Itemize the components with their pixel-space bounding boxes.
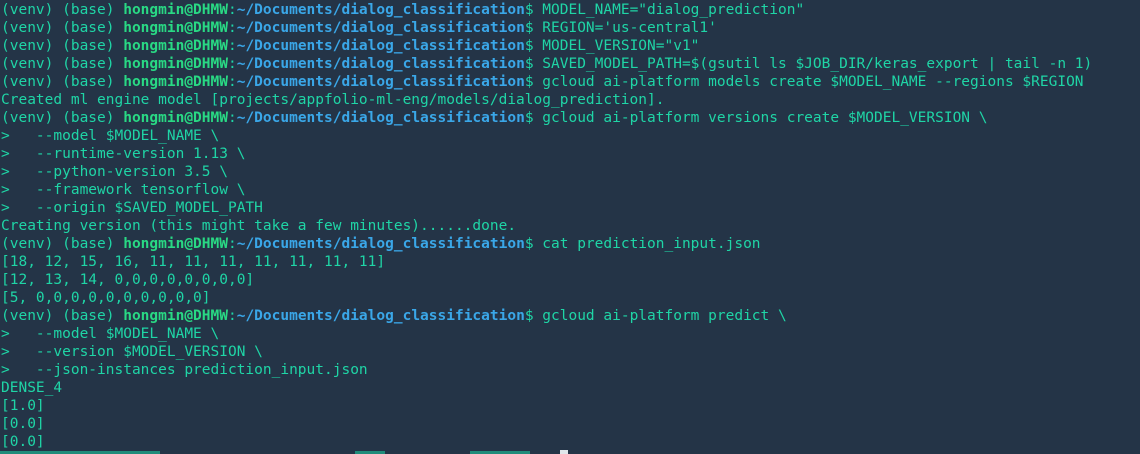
prompt-user-host: hongmin@DHMW — [123, 2, 228, 18]
command-text: cat prediction_input.json — [542, 236, 761, 252]
output-line: [12, 13, 14, 0,0,0,0,0,0,0,0] — [0, 271, 1140, 289]
output-line: > --json-instances prediction_input.json — [0, 361, 1140, 379]
prompt-path: ~/Documents/dialog_classification — [236, 38, 525, 54]
output-line: > --python-version 3.5 \ — [0, 163, 1140, 181]
prompt-env: (venv) (base) — [1, 308, 124, 324]
prompt-user-host: hongmin@DHMW — [123, 110, 228, 126]
output-text: > --framework tensorflow \ — [1, 182, 246, 198]
prompt-line: (venv) (base) hongmin@DHMW:~/Documents/d… — [0, 55, 1140, 73]
output-line: DENSE_4 — [0, 379, 1140, 397]
prompt-env: (venv) (base) — [1, 38, 124, 54]
output-text: [12, 13, 14, 0,0,0,0,0,0,0,0] — [1, 272, 255, 288]
command-text: gcloud ai-platform models create $MODEL_… — [542, 74, 1084, 90]
prompt-line: (venv) (base) hongmin@DHMW:~/Documents/d… — [0, 235, 1140, 253]
output-line: [1.0] — [0, 397, 1140, 415]
command-text: MODEL_VERSION="v1" — [542, 38, 700, 54]
prompt-env: (venv) (base) — [1, 20, 124, 36]
prompt-separator: : — [227, 110, 237, 126]
command-text: gcloud ai-platform predict \ — [542, 308, 787, 324]
prompt-user-host: hongmin@DHMW — [123, 56, 228, 72]
output-text: > --version $MODEL_VERSION \ — [1, 344, 263, 360]
prompt-env: (venv) (base) — [1, 236, 124, 252]
output-text: > --runtime-version 1.13 \ — [1, 146, 246, 162]
output-text: DENSE_4 — [1, 380, 63, 396]
terminal-cursor — [560, 450, 568, 454]
output-line: [18, 12, 15, 16, 11, 11, 11, 11, 11, 11,… — [0, 253, 1140, 271]
output-text: [0.0] — [1, 416, 45, 432]
output-line: > --origin $SAVED_MODEL_PATH — [0, 199, 1140, 217]
prompt-path: ~/Documents/dialog_classification — [236, 2, 525, 18]
prompt-symbol: $ — [524, 308, 543, 324]
prompt-path: ~/Documents/dialog_classification — [236, 236, 525, 252]
prompt-line: (venv) (base) hongmin@DHMW:~/Documents/d… — [0, 1, 1140, 19]
prompt-line: (venv) (base) hongmin@DHMW:~/Documents/d… — [0, 19, 1140, 37]
prompt-symbol: $ — [524, 56, 543, 72]
output-line: [5, 0,0,0,0,0,0,0,0,0,0] — [0, 289, 1140, 307]
prompt-env: (venv) (base) — [1, 56, 124, 72]
command-text: SAVED_MODEL_PATH=$(gsutil ls $JOB_DIR/ke… — [542, 56, 1093, 72]
prompt-line: (venv) (base) hongmin@DHMW:~/Documents/d… — [0, 307, 1140, 325]
prompt-symbol: $ — [524, 38, 543, 54]
prompt-user-host: hongmin@DHMW — [123, 236, 228, 252]
output-text: > --python-version 3.5 \ — [1, 164, 228, 180]
terminal-output: (venv) (base) hongmin@DHMW:~/Documents/d… — [0, 1, 1140, 451]
prompt-separator: : — [227, 2, 237, 18]
prompt-user-host: hongmin@DHMW — [123, 38, 228, 54]
output-line: > --model $MODEL_NAME \ — [0, 127, 1140, 145]
output-line: [0.0] — [0, 415, 1140, 433]
terminal-window[interactable]: (venv) (base) hongmin@DHMW:~/Documents/d… — [0, 0, 1140, 454]
output-line: > --runtime-version 1.13 \ — [0, 145, 1140, 163]
output-text: [18, 12, 15, 16, 11, 11, 11, 11, 11, 11,… — [1, 254, 386, 270]
output-text: > --model $MODEL_NAME \ — [1, 128, 220, 144]
prompt-path: ~/Documents/dialog_classification — [236, 20, 525, 36]
output-text: > --origin $SAVED_MODEL_PATH — [1, 200, 263, 216]
output-line: [0.0] — [0, 433, 1140, 451]
output-text: > --model $MODEL_NAME \ — [1, 326, 220, 342]
output-text: [5, 0,0,0,0,0,0,0,0,0,0] — [1, 290, 211, 306]
prompt-env: (venv) (base) — [1, 110, 124, 126]
prompt-line: (venv) (base) hongmin@DHMW:~/Documents/d… — [0, 109, 1140, 127]
output-line: > --version $MODEL_VERSION \ — [0, 343, 1140, 361]
prompt-symbol: $ — [524, 74, 543, 90]
command-text: REGION='us-central1' — [542, 20, 717, 36]
output-text: [1.0] — [1, 398, 45, 414]
prompt-line: (venv) (base) hongmin@DHMW:~/Documents/d… — [0, 37, 1140, 55]
prompt-user-host: hongmin@DHMW — [123, 74, 228, 90]
output-text: Creating version (this might take a few … — [1, 218, 517, 234]
prompt-symbol: $ — [524, 236, 543, 252]
prompt-env: (venv) (base) — [1, 74, 124, 90]
prompt-separator: : — [227, 236, 237, 252]
prompt-user-host: hongmin@DHMW — [123, 308, 228, 324]
prompt-separator: : — [227, 20, 237, 36]
command-text: MODEL_NAME="dialog_prediction" — [542, 2, 805, 18]
output-text: > --json-instances prediction_input.json — [1, 362, 368, 378]
prompt-separator: : — [227, 74, 237, 90]
output-line: > --model $MODEL_NAME \ — [0, 325, 1140, 343]
prompt-symbol: $ — [524, 20, 543, 36]
prompt-symbol: $ — [524, 110, 543, 126]
output-text: [0.0] — [1, 434, 45, 450]
prompt-separator: : — [227, 38, 237, 54]
prompt-path: ~/Documents/dialog_classification — [236, 308, 525, 324]
prompt-separator: : — [227, 308, 237, 324]
prompt-env: (venv) (base) — [1, 2, 124, 18]
command-text: gcloud ai-platform versions create $MODE… — [542, 110, 988, 126]
prompt-path: ~/Documents/dialog_classification — [236, 56, 525, 72]
prompt-separator: : — [227, 56, 237, 72]
output-line: > --framework tensorflow \ — [0, 181, 1140, 199]
prompt-path: ~/Documents/dialog_classification — [236, 74, 525, 90]
prompt-user-host: hongmin@DHMW — [123, 20, 228, 36]
prompt-path: ~/Documents/dialog_classification — [236, 110, 525, 126]
output-text: Created ml engine model [projects/appfol… — [1, 92, 665, 108]
prompt-line: (venv) (base) hongmin@DHMW:~/Documents/d… — [0, 73, 1140, 91]
output-line: Created ml engine model [projects/appfol… — [0, 91, 1140, 109]
output-line: Creating version (this might take a few … — [0, 217, 1140, 235]
prompt-symbol: $ — [524, 2, 543, 18]
